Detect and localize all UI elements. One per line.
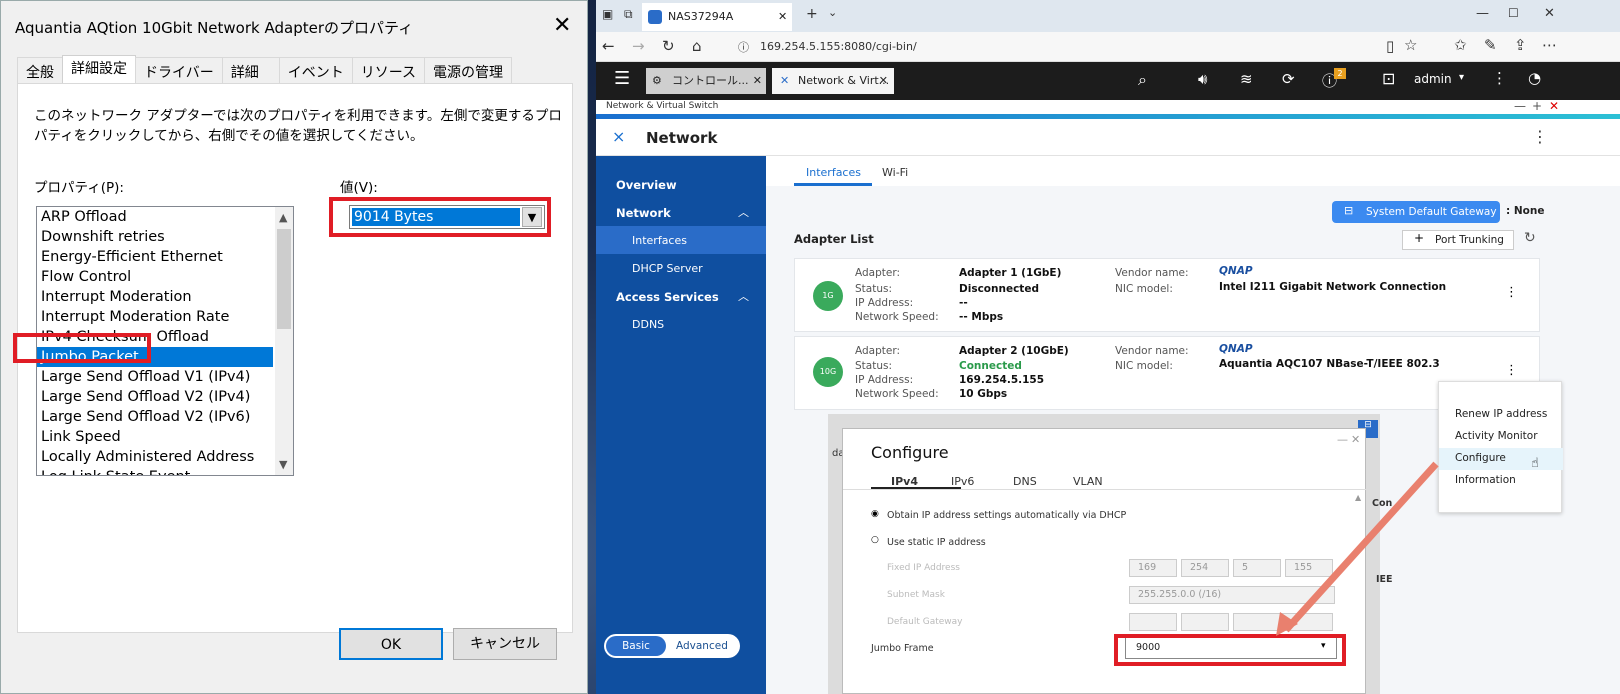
list-item[interactable]: Log Link State Event <box>37 467 293 475</box>
list-item[interactable]: Interrupt Moderation <box>37 287 293 307</box>
close-icon[interactable]: ✕ <box>553 13 571 38</box>
chevron-down-icon[interactable]: ▼ <box>279 458 287 471</box>
list-item[interactable]: Interrupt Moderation Rate <box>37 307 293 327</box>
dialog-title: Aquantia AQtion 10Gbit Network Adapterのプ… <box>15 19 414 37</box>
highlight-box-value <box>329 197 551 237</box>
list-item[interactable]: Locally Administered Address <box>37 447 293 467</box>
dialog-tabs: 全般 詳細設定 ドライバー 詳細 イベント リソース 電源の管理 <box>17 55 513 83</box>
arrow-annotation <box>1276 461 1439 636</box>
chevron-up-icon[interactable]: ▲ <box>279 211 287 224</box>
list-item[interactable]: Downshift retries <box>37 227 293 247</box>
tab-events[interactable]: イベント <box>278 57 353 83</box>
value-label: 値(V): <box>340 180 378 196</box>
list-item[interactable]: Large Send Offload V1 (IPv4) <box>37 367 293 387</box>
adapter-properties-dialog: Aquantia AQtion 10Gbit Network Adapterのプ… <box>0 0 588 694</box>
tab-driver[interactable]: ドライバー <box>135 57 223 83</box>
highlight-box-property <box>13 333 151 363</box>
scrollbar-thumb[interactable] <box>277 229 291 329</box>
browser-window: ▣ ⧉ NAS37294A ✕ + ⌄ — ☐ ✕ ← → ↻ ⌂ 169.25… <box>596 0 1620 694</box>
list-item[interactable]: Flow Control <box>37 267 293 287</box>
list-item[interactable]: Large Send Offload V2 (IPv4) <box>37 387 293 407</box>
list-item[interactable]: Link Speed <box>37 427 293 447</box>
tab-general[interactable]: 全般 <box>17 57 63 83</box>
property-label: プロパティ(P): <box>34 180 124 196</box>
list-item[interactable]: Large Send Offload V2 (IPv6) <box>37 407 293 427</box>
tab-details[interactable]: 詳細 <box>221 57 280 83</box>
arrow-shaft <box>1283 461 1439 633</box>
cancel-button[interactable]: キャンセル <box>453 628 557 660</box>
tab-power[interactable]: 電源の管理 <box>424 57 513 83</box>
tab-advanced[interactable]: 詳細設定 <box>62 55 136 83</box>
list-scrollbar[interactable]: ▲ ▼ <box>275 207 293 475</box>
ok-button[interactable]: OK <box>339 628 443 660</box>
tab-resources[interactable]: リソース <box>351 57 426 83</box>
list-item[interactable]: Energy-Efficient Ethernet <box>37 247 293 267</box>
description-text: このネットワーク アダプターでは次のプロパティを利用できます。左側で変更するプロ… <box>34 108 562 144</box>
list-item[interactable]: ARP Offload <box>37 207 293 227</box>
